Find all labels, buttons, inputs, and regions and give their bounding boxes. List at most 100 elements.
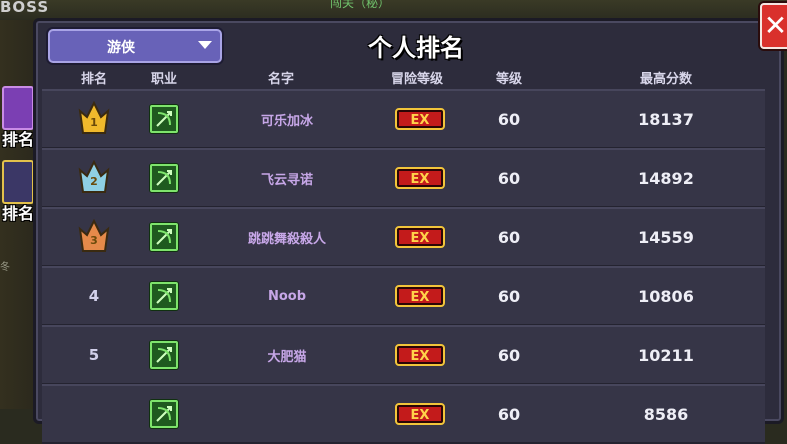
level-cell: 60: [479, 386, 539, 442]
rank-number: 5: [88, 346, 100, 364]
class-cell: [134, 91, 194, 147]
bow-icon: [150, 341, 178, 369]
bow-icon: [150, 105, 178, 133]
side-tab-label: 排名: [2, 130, 35, 149]
class-cell: [134, 150, 194, 206]
ex-badge-icon: EX: [394, 224, 446, 250]
rank-cell: [64, 386, 124, 442]
level-cell: 60: [479, 327, 539, 383]
crown-silver-icon: 2: [77, 159, 111, 196]
level-cell: 60: [479, 209, 539, 265]
class-cell: [134, 268, 194, 324]
bow-icon: [150, 223, 178, 251]
best-score: 14892: [638, 168, 694, 188]
col-level: 等级: [495, 72, 522, 87]
col-rank: 排名: [80, 72, 107, 87]
adventure-level-cell: EX: [372, 386, 468, 442]
level-cell: 60: [479, 268, 539, 324]
score-cell: 18137: [621, 91, 711, 147]
player-level: 60: [497, 345, 521, 365]
crown-gold-icon: 1: [77, 100, 111, 137]
rank-cell: 1: [64, 91, 124, 147]
close-button[interactable]: ✕: [760, 3, 787, 49]
rank-cell: 5: [64, 327, 124, 383]
col-name: 名字: [267, 72, 294, 87]
page-title: 个人排名: [368, 34, 464, 62]
class-filter-dropdown[interactable]: 游侠: [48, 29, 222, 63]
bow-icon: [150, 400, 178, 428]
class-cell: [134, 327, 194, 383]
name-cell: 跳跳舞殺殺人: [212, 209, 362, 265]
player-level: 60: [497, 286, 521, 306]
adventure-level-cell: EX: [372, 150, 468, 206]
adventure-level-cell: EX: [372, 327, 468, 383]
name-cell: 大肥猫: [212, 327, 362, 383]
ranking-panel: 游侠 个人排名 排名 职业 名字 冒险等级 等级 最高分数 1 可乐加冰 EX 60 1…: [33, 18, 784, 444]
ex-badge-icon: EX: [394, 283, 446, 309]
svg-text:EX: EX: [411, 231, 430, 246]
adventure-level-cell: EX: [372, 91, 468, 147]
close-icon: ✕: [763, 9, 787, 42]
background-strip: BOSS 闯关（秘）: [0, 0, 787, 20]
ex-badge-icon: EX: [394, 342, 446, 368]
rank-number: 2: [90, 175, 98, 188]
score-cell: 14892: [621, 150, 711, 206]
ranking-tab-icon: [2, 86, 34, 130]
svg-text:EX: EX: [411, 113, 430, 128]
ranking-row[interactable]: 3 跳跳舞殺殺人 EX 60 14559: [42, 207, 765, 267]
best-score: 8586: [643, 404, 689, 424]
rank-number: 1: [90, 116, 98, 129]
score-cell: 8586: [621, 386, 711, 442]
svg-text:EX: EX: [411, 172, 430, 187]
best-score: 18137: [638, 109, 694, 129]
col-best-score: 最高分数: [639, 72, 692, 87]
ranking-row[interactable]: 1 可乐加冰 EX 60 18137: [42, 89, 765, 149]
score-cell: 10211: [621, 327, 711, 383]
col-class: 职业: [150, 72, 177, 87]
adventure-level-cell: EX: [372, 209, 468, 265]
class-filter-value: 游侠: [107, 40, 135, 56]
ranking-row[interactable]: EX 60 8586: [42, 384, 765, 444]
level-cell: 60: [479, 91, 539, 147]
ranking-row[interactable]: 5 大肥猫 EX 60 10211: [42, 325, 765, 385]
ranking-row[interactable]: 4 Noob EX 60 10806: [42, 266, 765, 326]
player-name: 飞云寻诺: [260, 172, 313, 188]
name-cell: 可乐加冰: [212, 91, 362, 147]
svg-text:EX: EX: [411, 290, 430, 305]
player-name: 可乐加冰: [260, 113, 313, 129]
class-cell: [134, 209, 194, 265]
score-cell: 10806: [621, 268, 711, 324]
col-adventure-level: 冒险等级: [390, 72, 443, 87]
bow-icon: [150, 282, 178, 310]
side-small-text: 冬: [0, 262, 10, 273]
player-name: 跳跳舞殺殺人: [247, 231, 326, 247]
side-tab-label: 排名: [2, 204, 35, 223]
adventure-level-cell: EX: [372, 268, 468, 324]
player-level: 60: [497, 404, 521, 424]
level-cell: 60: [479, 150, 539, 206]
name-cell: [212, 386, 362, 442]
boss-label: BOSS: [0, 0, 50, 16]
ex-badge-icon: EX: [394, 401, 446, 427]
panel-header: 游侠 个人排名: [36, 21, 781, 65]
best-score: 14559: [638, 227, 694, 247]
crown-bronze-icon: 3: [77, 218, 111, 255]
best-score: 10806: [638, 286, 694, 306]
rank-cell: 4: [64, 268, 124, 324]
class-cell: [134, 386, 194, 442]
chevron-down-icon: [198, 41, 212, 49]
player-level: 60: [497, 168, 521, 188]
svg-text:EX: EX: [411, 408, 430, 423]
ex-badge-icon: EX: [394, 106, 446, 132]
column-headers: 排名 职业 名字 冒险等级 等级 最高分数: [36, 65, 781, 89]
player-level: 60: [497, 109, 521, 129]
svg-text:EX: EX: [411, 349, 430, 364]
rank-number: 3: [90, 234, 98, 247]
player-level: 60: [497, 227, 521, 247]
ranking-row[interactable]: 2 飞云寻诺 EX 60 14892: [42, 148, 765, 208]
bow-icon: [150, 164, 178, 192]
rank-number: 4: [88, 287, 100, 305]
player-name: 大肥猫: [267, 349, 307, 365]
name-cell: 飞云寻诺: [212, 150, 362, 206]
ranking-tab-icon: [2, 160, 34, 204]
